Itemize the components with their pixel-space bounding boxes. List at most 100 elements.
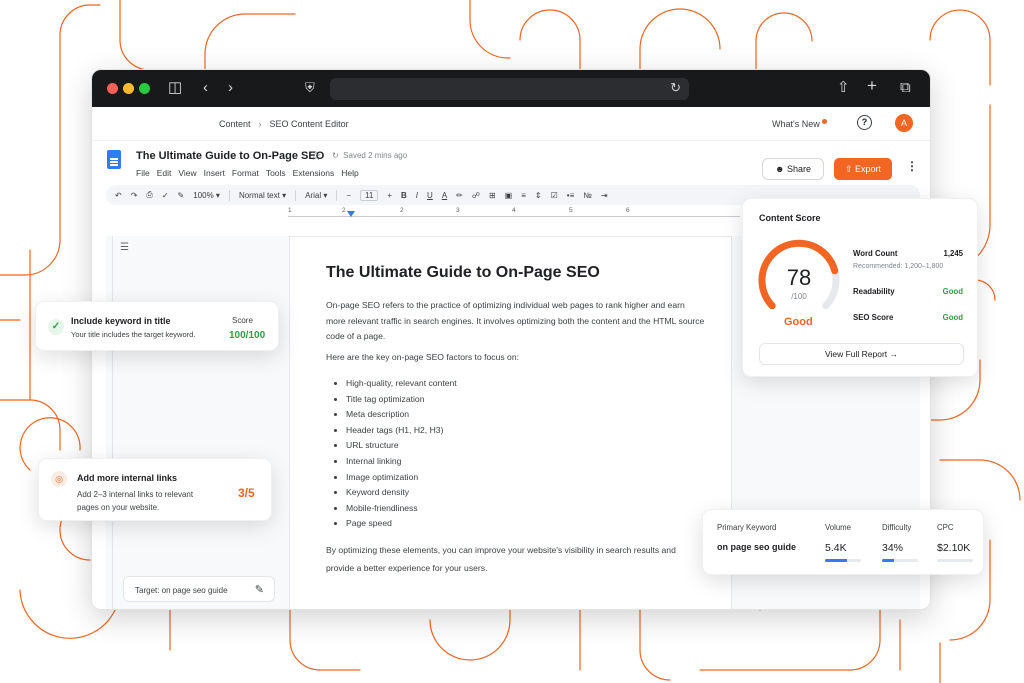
toolbar-divider [228, 189, 230, 201]
decrease-font-icon[interactable]: − [346, 191, 351, 200]
menu-format[interactable]: Format [232, 168, 259, 178]
style-select[interactable]: Normal text ▾ [239, 191, 286, 200]
closing-paragraph: By optimizing these elements, you can im… [326, 545, 676, 573]
breadcrumb-separator-icon: › [258, 119, 262, 129]
list-item: Keyword density [346, 485, 457, 501]
whats-new-link[interactable]: What's New [772, 119, 827, 129]
indent-marker[interactable] [347, 211, 355, 217]
menu-insert[interactable]: Insert [204, 168, 225, 178]
maximize-window-button[interactable] [139, 83, 150, 94]
forward-icon[interactable]: › [228, 78, 233, 98]
keyword-in-title-card: ✓ Include keyword in title Your title in… [35, 301, 279, 351]
underline-button[interactable]: U [427, 191, 433, 200]
reload-icon[interactable]: ↻ [670, 80, 681, 96]
increase-font-icon[interactable]: + [387, 191, 392, 200]
spellcheck-icon[interactable]: ✓ [162, 191, 169, 200]
paint-format-icon[interactable]: ✎ [178, 191, 185, 200]
word-count-value: 1,245 [943, 249, 963, 258]
undo-icon[interactable]: ↶ [115, 191, 122, 200]
bold-button[interactable]: B [401, 191, 407, 200]
zoom-value: 100% [193, 190, 214, 200]
view-full-report-button[interactable]: View Full Report → [759, 343, 964, 365]
docs-icon [107, 150, 121, 169]
tabs-overview-icon[interactable]: ⧉ [900, 78, 911, 98]
link-icon[interactable]: ☍ [472, 191, 480, 200]
new-tab-icon[interactable]: + [867, 76, 877, 96]
cpc-label: CPC [937, 523, 954, 532]
save-status-text: Saved 2 mins ago [343, 151, 408, 160]
address-bar[interactable]: ↻ [330, 78, 689, 100]
back-icon[interactable]: ‹ [203, 78, 208, 98]
ruler-number: 2 [342, 207, 346, 214]
indent-icon[interactable]: ⇥ [601, 191, 608, 200]
menu-edit[interactable]: Edit [157, 168, 172, 178]
list-item: High-quality, relevant content [346, 376, 457, 392]
primary-keyword-card: Primary Keyword on page seo guide Volume… [702, 509, 984, 575]
list-item: Meta description [346, 407, 457, 423]
links-count: 3/5 [238, 486, 255, 500]
app-header: Content › SEO Content Editor What's New … [92, 107, 930, 141]
font-size-input[interactable]: 11 [360, 189, 379, 201]
style-value: Normal text [238, 190, 280, 200]
shield-icon[interactable]: ⛨ [305, 78, 315, 98]
edit-icon[interactable]: ✎ [255, 583, 264, 596]
menu-bar: File Edit View Insert Format Tools Exten… [136, 168, 359, 178]
highlight-icon[interactable]: ✏ [456, 191, 463, 200]
italic-button[interactable]: I [416, 191, 418, 200]
breadcrumb-content[interactable]: Content [219, 119, 251, 129]
align-icon[interactable]: ≡ [521, 191, 526, 200]
menu-extensions[interactable]: Extensions [293, 168, 335, 178]
target-keyword-field[interactable]: Target: on page seo guide ✎ [123, 576, 275, 602]
line-spacing-icon[interactable]: ⇕ [535, 191, 542, 200]
list-item: Mobile-friendliness [346, 501, 457, 517]
readability-row: Readability Good [853, 287, 963, 296]
menu-help[interactable]: Help [341, 168, 358, 178]
zoom-select[interactable]: 100% ▾ [193, 191, 220, 200]
check-icon: ✓ [48, 319, 64, 335]
close-window-button[interactable] [107, 83, 118, 94]
text-color-button[interactable]: A [442, 191, 447, 200]
card-subtitle: Add 2–3 internal links to relevant pages… [77, 490, 194, 512]
volume-label: Volume [825, 523, 852, 532]
redo-icon[interactable]: ↷ [131, 191, 138, 200]
more-options-icon[interactable]: ⋮ [906, 159, 918, 173]
sidebar-icon[interactable]: ◫ [168, 78, 182, 98]
share-icon[interactable]: ⇧ [837, 78, 850, 98]
menu-file[interactable]: File [136, 168, 150, 178]
font-select[interactable]: Arial ▾ [305, 191, 327, 200]
whats-new-label: What's New [772, 119, 820, 129]
share-button[interactable]: ☻ Share [762, 158, 824, 180]
score-value: 78 [786, 265, 812, 290]
export-label: Export [855, 164, 882, 174]
toolbar-divider [295, 189, 297, 201]
vertical-ruler [106, 236, 113, 609]
avatar[interactable]: A [895, 114, 913, 132]
content-score-card: Content Score 78 /100 Good Word Count 1,… [742, 198, 978, 377]
breadcrumb-seo-content-editor[interactable]: SEO Content Editor [270, 119, 349, 129]
document-title[interactable]: The Ultimate Guide to On-Page SEO [136, 150, 324, 162]
ruler-number: 4 [512, 207, 516, 214]
checklist-icon[interactable]: ☑ [551, 191, 558, 200]
export-button[interactable]: ⇧ Export [834, 158, 892, 180]
list-item: Image optimization [346, 470, 457, 486]
card-title: Content Score [759, 213, 821, 223]
sync-icon: ↻ [332, 151, 339, 160]
menu-view[interactable]: View [178, 168, 196, 178]
minimize-window-button[interactable] [123, 83, 134, 94]
document-page[interactable]: The Ultimate Guide to On-Page SEO On-pag… [289, 236, 732, 609]
list-item: Internal linking [346, 454, 457, 470]
comment-icon[interactable]: ⊞ [489, 191, 496, 200]
score-max: /100 [791, 292, 807, 301]
image-icon[interactable]: ▣ [505, 191, 513, 200]
bulleted-list-icon[interactable]: •≡ [567, 191, 574, 200]
menu-tools[interactable]: Tools [266, 168, 286, 178]
outline-icon[interactable]: ☰ [120, 242, 129, 253]
browser-titlebar: ◫ ‹ › ⛨ ↻ ⇧ + ⧉ [92, 70, 930, 107]
card-title: Add more internal links [77, 473, 178, 483]
factors-intro: Here are the key on-page SEO factors to … [326, 352, 519, 362]
print-icon[interactable]: ⎙ [146, 190, 152, 200]
numbered-list-icon[interactable]: № [583, 191, 592, 200]
word-count-label: Word Count [853, 249, 898, 258]
star-icon[interactable]: ☆ [310, 148, 322, 164]
help-icon[interactable]: ? [857, 115, 872, 130]
